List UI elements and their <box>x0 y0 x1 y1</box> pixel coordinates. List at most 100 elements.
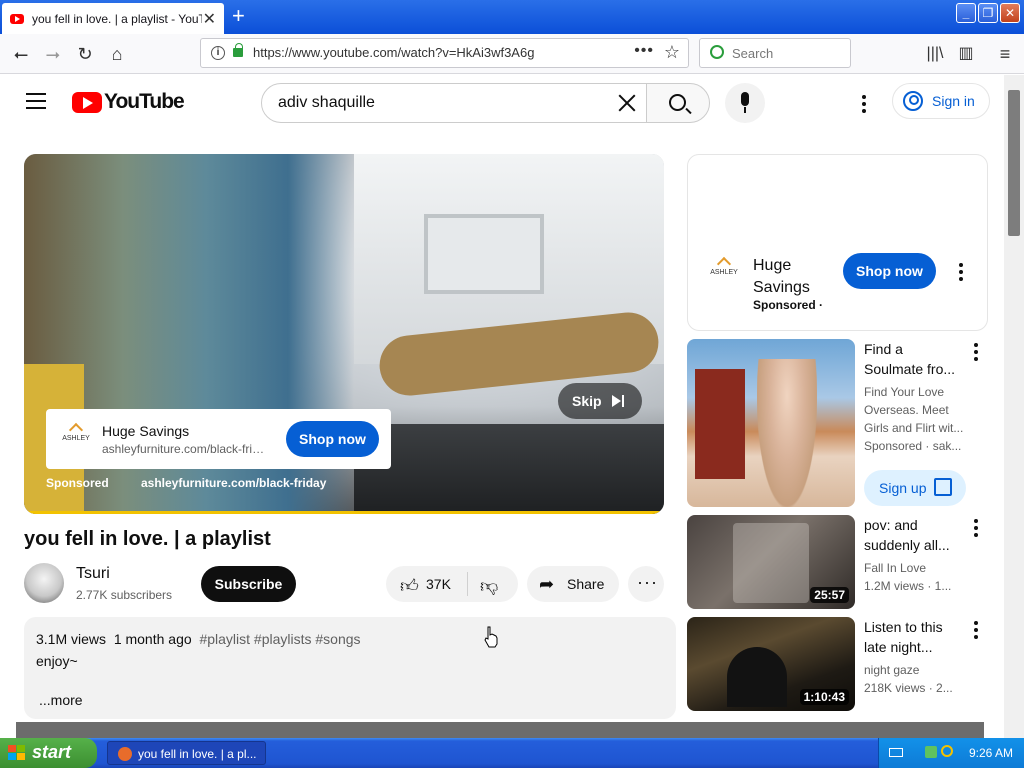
shop-now-button[interactable]: Shop now <box>286 421 379 457</box>
more-horizontal-icon: ··· <box>637 572 658 592</box>
like-dislike-group: 👍︎ 37K 👎︎ <box>386 566 518 602</box>
youtube-logo-text: YouTube <box>104 90 185 113</box>
windows-taskbar: start you fell in love. | a pl... 9:26 A… <box>0 738 1024 768</box>
youtube-logo[interactable]: YouTube <box>72 90 185 114</box>
sign-up-label: Sign up <box>879 480 927 496</box>
page-actions-icon[interactable]: ••• <box>634 42 654 60</box>
recommendation-kebab-icon[interactable] <box>974 343 978 364</box>
vertical-scrollbar[interactable] <box>1004 75 1024 738</box>
guide-menu-icon[interactable] <box>26 93 46 109</box>
clock[interactable]: 9:26 AM <box>969 746 1013 760</box>
recommendation-sponsor: Sponsored · sak... <box>864 439 962 453</box>
channel-name[interactable]: Tsuri <box>76 565 110 583</box>
home-icon[interactable]: ⌂ <box>104 41 130 67</box>
video-frame-couch <box>354 424 664 514</box>
subscriber-count: 2.77K subscribers <box>76 588 173 602</box>
thumbnail-silhouette <box>727 647 787 707</box>
recommendation-item[interactable]: Find a Soulmate fro... Find Your Love Ov… <box>687 339 1004 509</box>
browser-navbar: ⭠ ⭢ ↻ ⌂ i https://www.youtube.com/watch?… <box>0 34 1024 74</box>
new-tab-button[interactable]: + <box>232 4 245 28</box>
recommendation-item[interactable]: 1:10:43 Listen to this late night... nig… <box>687 617 1004 712</box>
search-input[interactable]: adiv shaquille <box>261 83 647 123</box>
video-thumbnail[interactable]: 25:57 <box>687 515 855 609</box>
video-frame-window <box>424 214 544 294</box>
ad-overlay-card[interactable]: ASHLEY Huge Savings ashleyfurniture.com/… <box>46 409 391 469</box>
description-box[interactable]: 3.1M views 1 month ago #playlist #playli… <box>24 617 676 719</box>
sidebar-ad-card[interactable]: ASHLEY Huge Savings Sponsored · Shop now <box>687 154 988 331</box>
recommendation-channel[interactable]: night gaze <box>864 661 964 679</box>
recommendation-kebab-icon[interactable] <box>974 519 978 540</box>
like-separator <box>467 572 468 596</box>
address-bar[interactable]: i https://www.youtube.com/watch?v=HkAi3w… <box>200 38 689 68</box>
sidebar-ad-sponsored: Sponsored · <box>753 298 824 312</box>
show-more-button[interactable]: ...more <box>39 692 83 708</box>
voice-search-mic-icon[interactable] <box>725 83 765 123</box>
like-count[interactable]: 37K <box>426 576 451 592</box>
ashley-logo: ASHLEY <box>56 422 96 453</box>
video-thumbnail[interactable] <box>687 339 855 507</box>
video-player[interactable]: ASHLEY Huge Savings ashleyfurniture.com/… <box>24 154 664 514</box>
minimize-button[interactable]: _ <box>956 3 976 23</box>
video-duration: 1:10:43 <box>799 689 849 705</box>
reload-icon[interactable]: ↻ <box>72 41 98 67</box>
recommendation-title[interactable]: Listen to this late night... <box>864 617 964 657</box>
thumbnail-figure <box>757 359 817 507</box>
library-icon[interactable]: |||\ <box>922 41 948 67</box>
video-thumbnail[interactable]: 1:10:43 <box>687 617 855 711</box>
account-icon <box>903 91 923 111</box>
sidebar-toggle-icon[interactable]: ▥ <box>953 41 979 67</box>
recommendation-channel[interactable]: Fall In Love <box>864 559 964 577</box>
clear-search-icon[interactable] <box>612 88 642 118</box>
browser-tab[interactable]: you fell in love. | a playlist - YouTube… <box>2 3 224 34</box>
site-info-icon[interactable]: i <box>211 46 225 60</box>
ad-domain: ashleyfurniture.com/black-friday <box>102 442 268 456</box>
menu-icon[interactable]: ≡ <box>992 41 1018 67</box>
video-title: you fell in love. | a playlist <box>24 528 271 550</box>
description-meta: 3.1M views 1 month ago #playlist #playli… <box>36 631 361 647</box>
sign-in-button[interactable]: Sign in <box>892 83 990 119</box>
video-duration: 25:57 <box>810 587 849 603</box>
back-arrow-icon[interactable]: ⭠ <box>8 41 34 67</box>
system-tray: 9:26 AM <box>878 738 1024 768</box>
forward-arrow-icon[interactable]: ⭢ <box>40 41 66 67</box>
close-window-button[interactable]: ✕ <box>1000 3 1020 23</box>
tray-search-icon[interactable] <box>941 745 953 757</box>
window-controls: _ ❐ ✕ <box>956 3 1020 23</box>
sign-up-button[interactable]: Sign up <box>864 470 966 506</box>
network-icon[interactable] <box>925 746 937 758</box>
browser-search-placeholder: Search <box>732 46 774 61</box>
more-actions-button[interactable]: ··· <box>628 566 664 602</box>
search-button[interactable] <box>646 83 710 123</box>
skip-ad-button[interactable]: Skip <box>558 383 642 419</box>
url-text[interactable]: https://www.youtube.com/watch?v=HkAi3wf3… <box>253 45 534 60</box>
ad-url-link[interactable]: ashleyfurniture.com/black-friday <box>141 476 326 490</box>
taskbar-firefox-window[interactable]: you fell in love. | a pl... <box>107 741 266 765</box>
dislike-thumb-down-icon[interactable]: 👎︎ <box>480 575 498 597</box>
thumbnail-pagoda <box>695 369 745 479</box>
sign-in-label: Sign in <box>932 93 975 109</box>
tab-close-icon[interactable]: ✕ <box>203 9 216 29</box>
settings-kebab-icon[interactable] <box>862 95 866 116</box>
start-button[interactable]: start <box>0 738 97 768</box>
recommendation-item[interactable]: 25:57 pov: and suddenly all... Fall In L… <box>687 515 1004 610</box>
recommendation-kebab-icon[interactable] <box>974 621 978 642</box>
browser-search-input[interactable]: Search <box>699 38 851 68</box>
horizontal-scrollbar[interactable] <box>16 722 984 738</box>
restore-button[interactable]: ❐ <box>978 3 998 23</box>
ad-title: Huge Savings <box>102 423 190 439</box>
external-link-icon <box>934 478 952 496</box>
hashtags[interactable]: #playlist #playlists #songs <box>199 631 360 647</box>
recommendation-title[interactable]: Find a Soulmate fro... <box>864 339 964 379</box>
like-thumb-up-icon[interactable]: 👍︎ <box>400 575 419 597</box>
search-query[interactable]: adiv shaquille <box>278 94 375 112</box>
bookmark-star-icon[interactable]: ☆ <box>664 42 680 63</box>
recommendation-title[interactable]: pov: and suddenly all... <box>864 515 964 555</box>
sidebar-shop-now-button[interactable]: Shop now <box>843 253 936 289</box>
sidebar-ad-kebab-icon[interactable] <box>959 263 963 284</box>
channel-avatar[interactable] <box>24 563 64 603</box>
subscribe-button[interactable]: Subscribe <box>201 566 296 602</box>
scrollbar-thumb[interactable] <box>1008 90 1020 236</box>
ad-progress-bar[interactable] <box>24 511 664 514</box>
keyboard-icon[interactable] <box>889 748 903 757</box>
share-button[interactable]: ➦ Share <box>527 566 619 602</box>
